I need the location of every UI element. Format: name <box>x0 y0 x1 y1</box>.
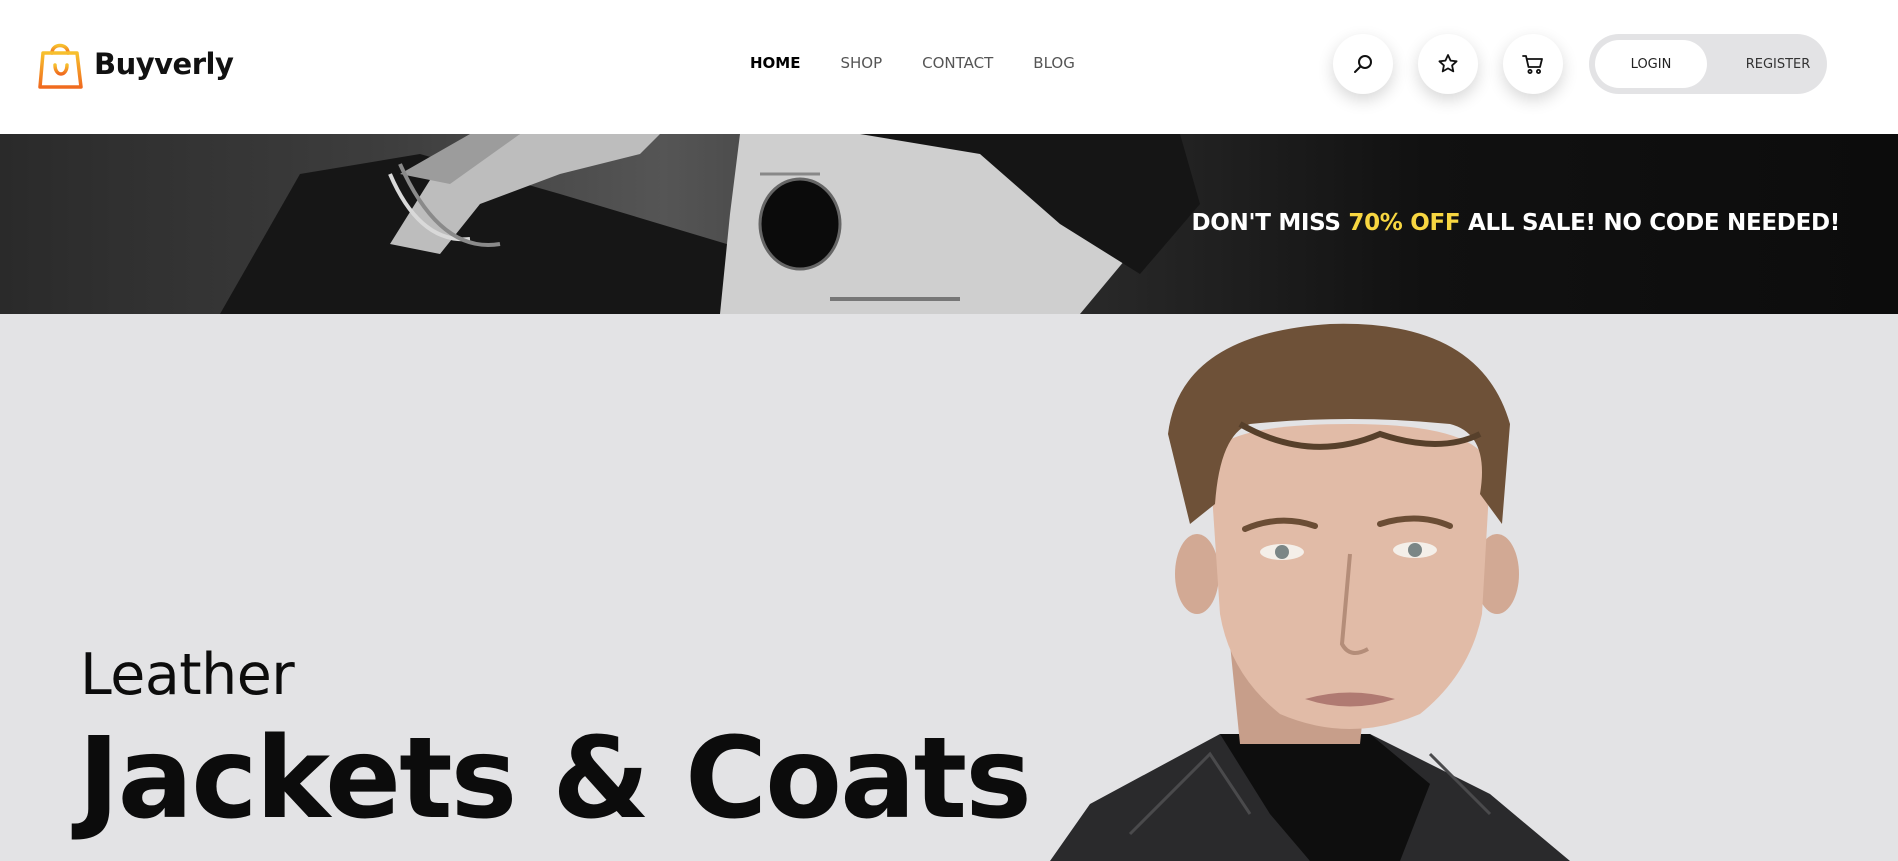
nav-home[interactable]: HOME <box>750 54 800 72</box>
search-button[interactable] <box>1333 34 1393 94</box>
promo-text-end: ALL SALE! NO CODE NEEDED! <box>1460 210 1840 236</box>
login-button[interactable]: LOGIN <box>1595 40 1707 88</box>
cart-button[interactable] <box>1503 34 1563 94</box>
hero-title: Jackets & Coats <box>78 714 1032 844</box>
hero-section: Leather Jackets & Coats <box>0 314 1898 861</box>
nav-blog[interactable]: BLOG <box>1033 54 1075 72</box>
promo-highlight: 70% OFF <box>1348 210 1461 236</box>
star-icon <box>1438 54 1458 73</box>
cart-icon <box>1522 55 1543 74</box>
promo-text: DON'T MISS 70% OFF ALL SALE! NO CODE NEE… <box>1192 210 1841 236</box>
hero-subtitle: Leather <box>80 642 295 708</box>
auth-toggle: LOGIN REGISTER <box>1589 34 1827 94</box>
register-button[interactable]: REGISTER <box>1737 40 1819 88</box>
promo-text-start: DON'T MISS <box>1191 210 1349 236</box>
promo-banner[interactable]: DON'T MISS 70% OFF ALL SALE! NO CODE NEE… <box>0 134 1898 314</box>
brand-name: Buyverly <box>94 47 234 81</box>
brand-logo[interactable]: Buyverly <box>38 37 234 91</box>
nav-shop[interactable]: SHOP <box>840 54 882 72</box>
shopping-bag-icon <box>38 43 83 89</box>
main-nav: HOME SHOP CONTACT BLOG <box>750 54 1075 72</box>
hero-model-photo <box>1050 323 1570 861</box>
nav-contact[interactable]: CONTACT <box>922 54 993 72</box>
wishlist-button[interactable] <box>1418 34 1478 94</box>
search-icon <box>1354 55 1372 73</box>
site-header: Buyverly HOME SHOP CONTACT BLOG LOGIN RE… <box>0 0 1898 134</box>
